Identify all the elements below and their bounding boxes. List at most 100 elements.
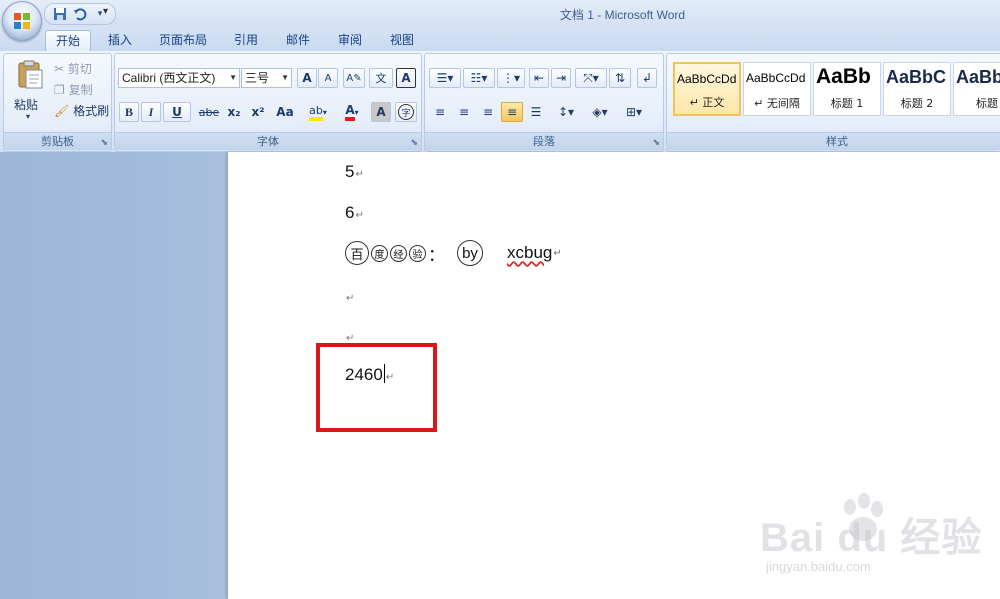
font-launcher-icon[interactable]: ⬊ (410, 138, 418, 148)
change-case-button[interactable]: Aa (271, 102, 299, 122)
copy-button[interactable]: ❐ 复制 (54, 81, 93, 98)
paste-dropdown-icon[interactable]: ▾ (26, 112, 30, 121)
increase-indent-button[interactable]: ⇥ (551, 68, 571, 88)
align-right-button[interactable]: ≡ (477, 102, 499, 122)
paint-bucket-icon: ◈▾ (592, 105, 608, 119)
office-logo-icon (14, 13, 30, 29)
highlight-annotation (316, 343, 437, 432)
enclose-char-button[interactable]: 字 (395, 102, 417, 122)
sort-button[interactable]: ⇅ (609, 68, 631, 88)
justify-icon: ≡ (506, 105, 518, 119)
char-border-button[interactable]: A (396, 68, 416, 88)
subscript-button[interactable]: x₂ (223, 102, 245, 122)
align-left-button[interactable]: ≡ (429, 102, 451, 122)
ribbon: 粘贴 ▾ ✂ 剪切 ❐ 复制 🖌 格式刷 剪贴板 ⬊ Calibri (西文正文… (0, 51, 1000, 153)
shrink-font-button[interactable]: A (318, 68, 338, 88)
paste-icon[interactable] (16, 60, 44, 90)
copy-label: 复制 (68, 83, 93, 97)
copy-icon: ❐ (54, 83, 65, 97)
style-sample: AaBbCcDd (746, 71, 806, 85)
highlighter-icon: ab (309, 104, 323, 121)
line-spacing-button[interactable]: ↕▾ (551, 102, 581, 122)
text-highlight-button[interactable]: ab ▾ (303, 102, 333, 122)
align-right-icon: ≡ (482, 105, 494, 119)
multilevel-list-button[interactable]: ⋮▾ (497, 68, 525, 88)
chinese-layout-button[interactable]: ⤧▾ (575, 68, 607, 88)
clear-format-button[interactable]: A✎ (343, 68, 365, 88)
format-painter-label: 格式刷 (73, 104, 110, 118)
distributed-icon: ☰ (530, 105, 542, 119)
font-size-select[interactable]: 三号 ▼ (241, 68, 292, 88)
title-bar: ▾ ▾ 文档 1 - Microsoft Word (0, 0, 1000, 26)
paragraph-launcher-icon[interactable]: ⬊ (652, 138, 660, 148)
borders-button[interactable]: ⊞▾ (619, 102, 649, 122)
clipboard-group: 粘贴 ▾ ✂ 剪切 ❐ 复制 🖌 格式刷 剪贴板 ⬊ (3, 53, 112, 152)
paste-button[interactable]: 粘贴 (14, 96, 38, 113)
bullets-button[interactable]: ☰▾ (429, 68, 461, 88)
align-center-icon: ≡ (458, 105, 470, 119)
brush-icon: 🖌 (54, 104, 70, 118)
pilcrow-icon: ↲ (641, 71, 653, 85)
style-no-spacing[interactable]: AaBbCcDd ↵ 无间隔 (743, 62, 811, 116)
bold-button[interactable]: B (119, 102, 139, 122)
phonetic-icon: 文 (375, 72, 387, 85)
shading-button[interactable]: ◈▾ (585, 102, 615, 122)
numbering-icon: ☷▾ (470, 71, 488, 85)
style-sample: AaBb (816, 65, 871, 88)
grow-font-button[interactable]: A (297, 68, 317, 88)
font-name-select[interactable]: Calibri (西文正文) ▼ (118, 68, 240, 88)
decrease-indent-button[interactable]: ⇤ (529, 68, 549, 88)
underline-button[interactable]: U (163, 102, 191, 122)
align-left-icon: ≡ (434, 105, 446, 119)
office-button[interactable] (2, 1, 42, 41)
clipboard-launcher-icon[interactable]: ⬊ (100, 138, 108, 148)
chinese-layout-icon: ⤧▾ (583, 70, 599, 85)
paragraph-group: ☰▾ ☷▾ ⋮▾ ⇤ ⇥ ⤧▾ ⇅ ↲ ≡ ≡ ≡ ≡ ☰ ↕▾ ◈▾ ⊞▾ 段… (424, 53, 664, 152)
phonetic-guide-button[interactable]: 文 (369, 68, 393, 88)
char-shading-button[interactable]: A (371, 102, 391, 122)
style-heading-1[interactable]: AaBb 标题 1 (813, 62, 881, 116)
format-painter-button[interactable]: 🖌 格式刷 (54, 102, 109, 119)
font-color-icon: A (345, 103, 355, 121)
style-heading-2[interactable]: AaBbC 标题 2 (883, 62, 951, 116)
tab-view[interactable]: 视图 (382, 30, 422, 51)
clear-format-icon: A✎ (346, 72, 362, 84)
numbering-button[interactable]: ☷▾ (463, 68, 495, 88)
enclosed-char: 验 (409, 244, 426, 262)
line-text: 6 (345, 203, 355, 222)
strikethrough-button[interactable]: abe (197, 102, 221, 122)
cut-button[interactable]: ✂ 剪切 (54, 60, 92, 77)
align-center-button[interactable]: ≡ (453, 102, 475, 122)
baidu-watermark: Bai du 经验 jingyan.baidu.com (760, 493, 995, 585)
font-size-value: 三号 (245, 71, 270, 85)
paragraph-group-label: 段落 (425, 132, 663, 150)
clipboard-group-label: 剪贴板 (4, 132, 111, 150)
italic-button[interactable]: I (141, 102, 161, 122)
doc-line-enclosed: 百 度 经 验 ： by xcbug ↵ (345, 240, 562, 266)
font-group-label: 字体 (115, 132, 421, 150)
tab-references[interactable]: 引用 (226, 30, 266, 51)
watermark-brand: Bai du 经验 (760, 516, 983, 560)
tab-page-layout[interactable]: 页面布局 (150, 30, 216, 51)
tab-mailings[interactable]: 邮件 (278, 30, 318, 51)
enclosed-char: 经 (390, 244, 407, 262)
style-sample: AaBbCcDd (677, 72, 737, 86)
tab-home[interactable]: 开始 (45, 30, 91, 52)
font-color-button[interactable]: A ▾ (337, 102, 367, 122)
show-marks-button[interactable]: ↲ (637, 68, 657, 88)
enclosed-by: by (457, 240, 483, 266)
style-name: ↵ 无间隔 (754, 97, 800, 110)
multilevel-icon: ⋮▾ (501, 71, 521, 85)
distributed-button[interactable]: ☰ (525, 102, 547, 122)
doc-line-6: 6↵ (345, 203, 364, 223)
line-spacing-icon: ↕▾ (557, 105, 575, 119)
style-title[interactable]: AaBb 标题 (953, 62, 1000, 116)
justify-button[interactable]: ≡ (501, 102, 523, 122)
paragraph-mark-icon: ↵ (346, 293, 355, 304)
outdent-icon: ⇤ (533, 71, 545, 85)
tab-review[interactable]: 审阅 (330, 30, 370, 51)
superscript-button[interactable]: x² (247, 102, 269, 122)
tab-insert[interactable]: 插入 (100, 30, 140, 51)
style-normal[interactable]: AaBbCcDd ↵ 正文 (673, 62, 741, 116)
line-text: 5 (345, 162, 355, 181)
